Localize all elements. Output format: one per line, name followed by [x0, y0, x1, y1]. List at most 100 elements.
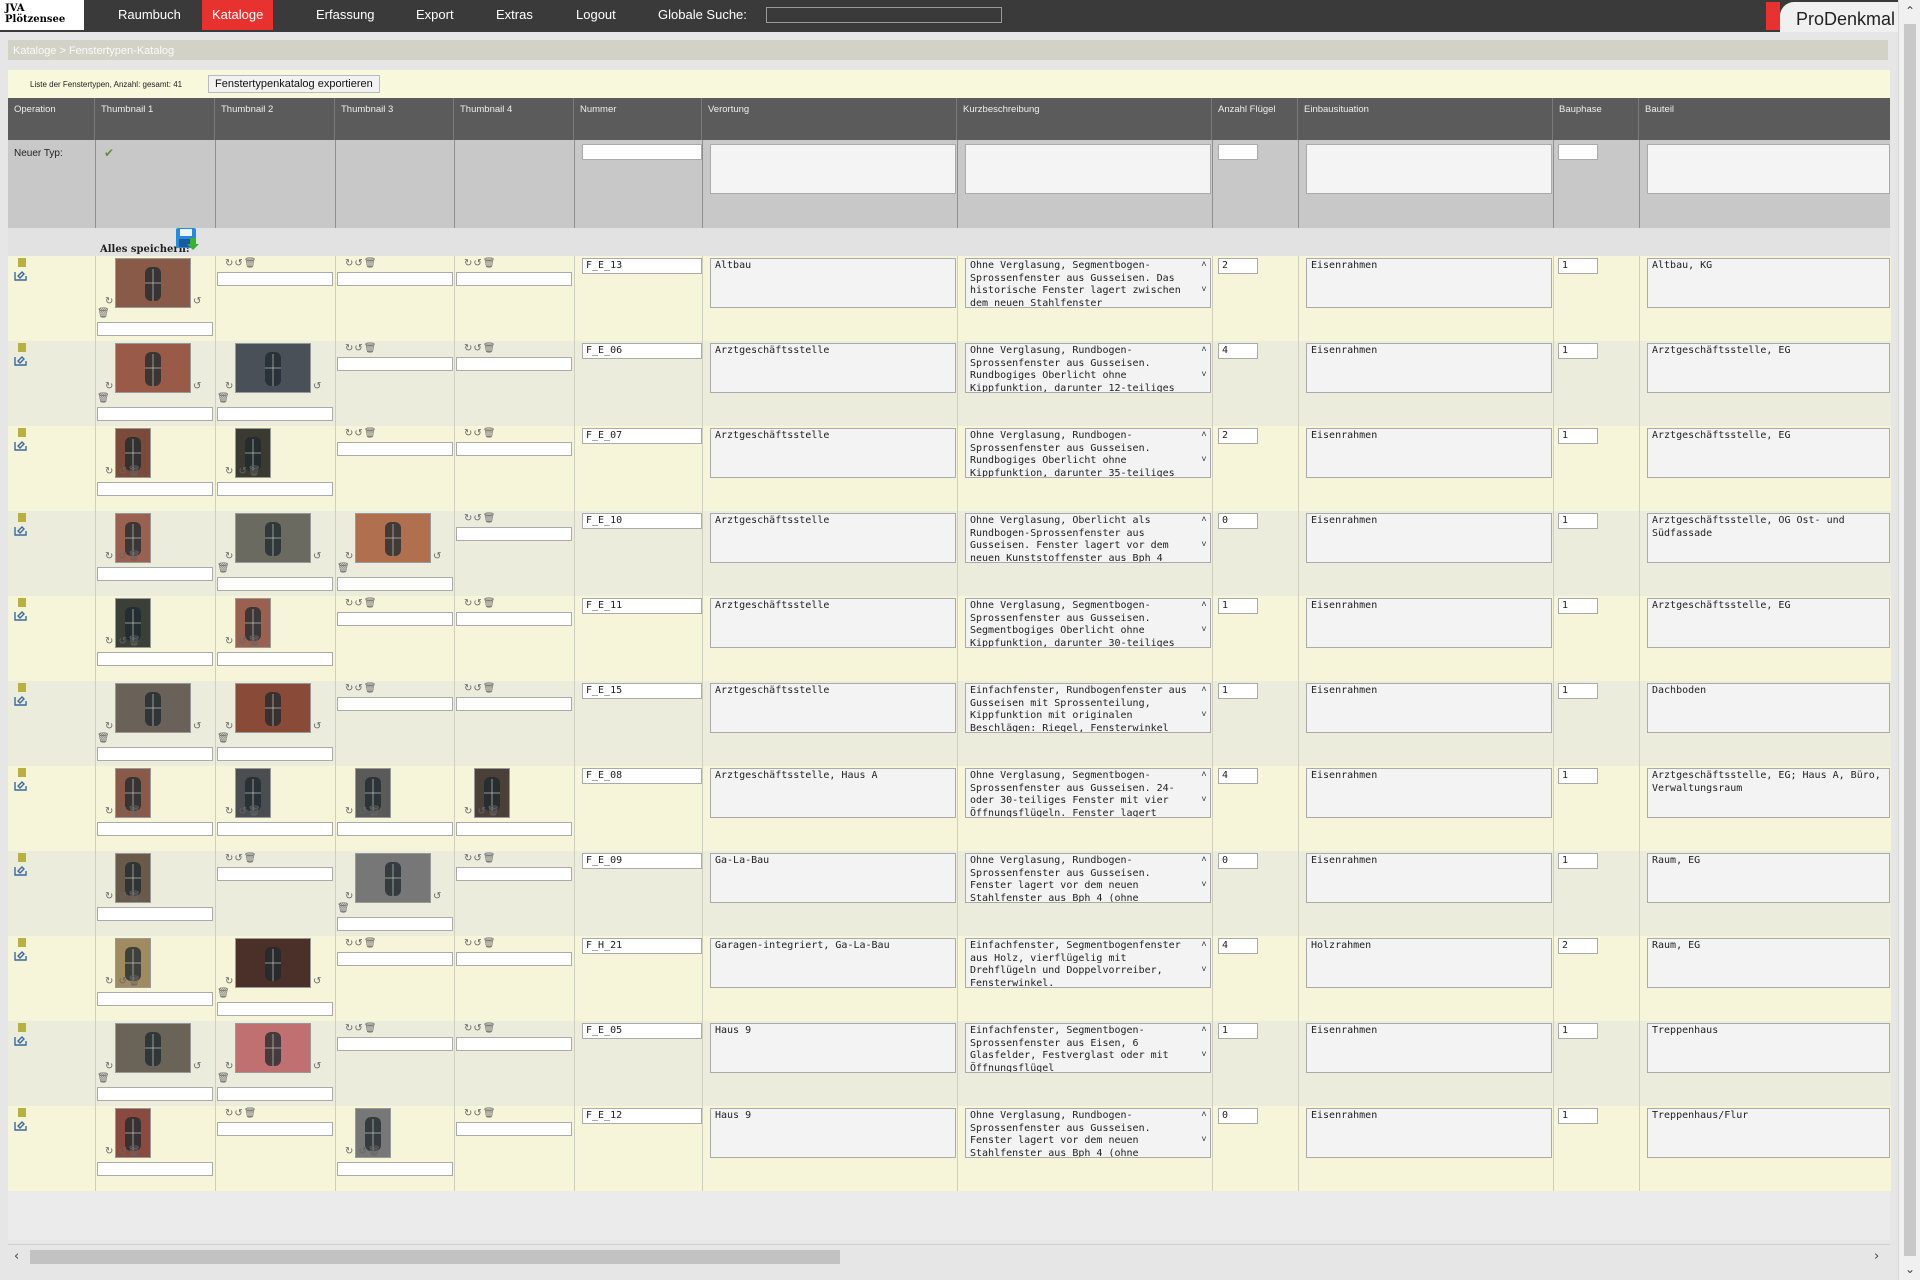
col-header-thumbnail4[interactable]: Thumbnail 4	[454, 98, 574, 140]
nummer-field[interactable]: F_E_10	[582, 513, 702, 529]
thumbnail-action-icons[interactable]: ↻ ↺🗑	[105, 1146, 142, 1157]
thumbnail-caption-input[interactable]	[337, 442, 453, 456]
delete-icon[interactable]: 🗑	[217, 393, 231, 404]
bauteil-textarea[interactable]: Arztgeschäftsstelle, EG	[1647, 428, 1890, 478]
nummer-field[interactable]: F_E_13	[582, 258, 702, 274]
textarea-scroll-icon[interactable]: ˄ ˅	[1198, 684, 1210, 732]
thumbnail-action-icons[interactable]: ↻ ↺🗑	[105, 806, 142, 817]
anzahl-fluegel-field[interactable]: 1	[1218, 598, 1258, 614]
bauteil-textarea[interactable]: Treppenhaus/Flur	[1647, 1108, 1890, 1158]
logo[interactable]: JVA Plötzensee	[0, 0, 84, 30]
export-catalog-button[interactable]: Fenstertypenkatalog exportieren	[208, 75, 380, 93]
thumbnail-action-icons[interactable]: ↻↺🗑	[345, 683, 377, 694]
einbausituation-textarea[interactable]: Eisenrahmen	[1306, 853, 1552, 903]
add-checkmark-icon[interactable]: ✔	[104, 146, 114, 160]
thumbnail-caption-input[interactable]	[337, 577, 453, 591]
thumbnail-action-icons[interactable]: ↻↺🗑	[464, 853, 496, 864]
einbausituation-textarea[interactable]: Holzrahmen	[1306, 938, 1552, 988]
thumbnail-caption-input[interactable]	[217, 272, 333, 286]
rotate-icon[interactable]: ↻	[225, 551, 234, 562]
col-header-kurzbeschreibung[interactable]: Kurzbeschreibung	[957, 98, 1212, 140]
einbausituation-textarea[interactable]: Eisenrahmen	[1306, 598, 1552, 648]
nav-erfassung[interactable]: Erfassung	[306, 0, 385, 30]
verortung-textarea[interactable]: Ga-La-Bau	[710, 853, 956, 903]
thumbnail-action-icons[interactable]: ↻↺🗑	[345, 598, 377, 609]
thumbnail-action-icons[interactable]: ↻ ↺🗑	[464, 806, 501, 817]
verortung-textarea[interactable]: Arztgeschäftsstelle	[710, 513, 956, 563]
thumbnail-action-icons[interactable]: ↻ ↺🗑	[345, 1146, 382, 1157]
einbausituation-textarea[interactable]: Eisenrahmen	[1306, 513, 1552, 563]
nummer-field[interactable]: F_E_05	[582, 1023, 702, 1039]
thumbnail-action-icons[interactable]: ↻↺🗑	[464, 1023, 496, 1034]
thumbnail-caption-input[interactable]	[97, 1087, 213, 1101]
rotate-icon[interactable]: ↻	[105, 381, 114, 392]
thumbnail-caption-input[interactable]	[217, 867, 333, 881]
new-bauphase-input[interactable]	[1558, 144, 1598, 160]
thumbnail-caption-input[interactable]	[97, 907, 213, 921]
kurzbeschreibung-textarea[interactable]: Ohne Verglasung, Rundbogen-Sprossenfenst…	[965, 853, 1211, 903]
rotate-icon[interactable]: ↺	[313, 381, 322, 392]
bauteil-textarea[interactable]: Treppenhaus	[1647, 1023, 1890, 1073]
thumbnail-caption-input[interactable]	[217, 482, 333, 496]
anzahl-fluegel-field[interactable]: 2	[1218, 428, 1258, 444]
textarea-scroll-icon[interactable]: ˄ ˅	[1198, 514, 1210, 562]
rotate-icon[interactable]: ↺	[433, 551, 442, 562]
thumbnail-caption-input[interactable]	[456, 822, 572, 836]
thumbnail-caption-input[interactable]	[337, 357, 453, 371]
thumbnail-action-icons[interactable]: ↻ ↺🗑	[345, 806, 382, 817]
anzahl-fluegel-field[interactable]: 4	[1218, 768, 1258, 784]
delete-icon[interactable]: 🗑	[97, 308, 111, 319]
bauteil-textarea[interactable]: Raum, EG	[1647, 938, 1890, 988]
nummer-field[interactable]: F_E_09	[582, 853, 702, 869]
kurzbeschreibung-textarea[interactable]: Ohne Verglasung, Segmentbogen-Sprossenfe…	[965, 258, 1211, 308]
thumbnail-caption-input[interactable]	[217, 577, 333, 591]
bauphase-field[interactable]: 1	[1558, 258, 1598, 274]
thumbnail-action-icons[interactable]: ↻↺🗑	[345, 938, 377, 949]
thumbnail-action-icons[interactable]: ↻↺🗑	[464, 258, 496, 269]
delete-icon[interactable]: 🗑	[217, 733, 231, 744]
einbausituation-textarea[interactable]: Eisenrahmen	[1306, 768, 1552, 818]
bauteil-textarea[interactable]: Arztgeschäftsstelle, EG	[1647, 598, 1890, 648]
nummer-field[interactable]: F_E_07	[582, 428, 702, 444]
bauteil-textarea[interactable]: Arztgeschäftsstelle, EG	[1647, 343, 1890, 393]
thumbnail-action-icons[interactable]: ↻↺🗑	[345, 428, 377, 439]
textarea-scroll-icon[interactable]: ˄ ˅	[1198, 429, 1210, 477]
scroll-right-icon[interactable]: ›	[1874, 1249, 1879, 1264]
thumbnail-caption-input[interactable]	[217, 407, 333, 421]
breadcrumb-text[interactable]: Kataloge > Fenstertypen-Katalog	[13, 45, 174, 57]
thumbnail-caption-input[interactable]	[456, 952, 572, 966]
col-header-bauphase[interactable]: Bauphase	[1553, 98, 1639, 140]
anzahl-fluegel-field[interactable]: 2	[1218, 258, 1258, 274]
anzahl-fluegel-field[interactable]: 1	[1218, 683, 1258, 699]
verortung-textarea[interactable]: Haus 9	[710, 1023, 956, 1073]
thumbnail-caption-input[interactable]	[97, 652, 213, 666]
thumbnail-action-icons[interactable]: ↻↺🗑	[225, 853, 257, 864]
thumbnail-caption-input[interactable]	[337, 697, 453, 711]
global-search-input[interactable]	[766, 7, 1002, 23]
edit-row-icon[interactable]	[14, 343, 27, 371]
rotate-icon[interactable]: ↺	[193, 296, 202, 307]
verortung-textarea[interactable]: Arztgeschäftsstelle	[710, 683, 956, 733]
rotate-icon[interactable]: ↻	[105, 296, 114, 307]
nummer-field[interactable]: F_E_15	[582, 683, 702, 699]
bauphase-field[interactable]: 1	[1558, 343, 1598, 359]
textarea-scroll-icon[interactable]: ˄ ˅	[1198, 1109, 1210, 1157]
thumbnail-caption-input[interactable]	[337, 917, 453, 931]
kurzbeschreibung-textarea[interactable]: Ohne Verglasung, Rundbogen-Sprossenfenst…	[965, 1108, 1211, 1158]
thumbnail-action-icons[interactable]: ↻ ↺🗑	[105, 551, 142, 562]
bauphase-field[interactable]: 1	[1558, 683, 1598, 699]
edit-row-icon[interactable]	[14, 428, 27, 456]
textarea-scroll-icon[interactable]: ˄ ˅	[1198, 344, 1210, 392]
thumbnail-action-icons[interactable]: ↻↺🗑	[225, 1108, 257, 1119]
edit-row-icon[interactable]	[14, 1108, 27, 1136]
thumbnail-caption-input[interactable]	[97, 747, 213, 761]
verortung-textarea[interactable]: Arztgeschäftsstelle, Haus A	[710, 768, 956, 818]
horizontal-scrollbar-thumb[interactable]	[30, 1250, 840, 1264]
kurzbeschreibung-textarea[interactable]: Ohne Verglasung, Segmentbogen-Sprossenfe…	[965, 768, 1211, 818]
thumbnail-caption-input[interactable]	[337, 952, 453, 966]
einbausituation-textarea[interactable]: Eisenrahmen	[1306, 343, 1552, 393]
textarea-scroll-icon[interactable]: ˄ ˅	[1198, 259, 1210, 307]
col-header-nummer[interactable]: Nummer	[574, 98, 702, 140]
edit-row-icon[interactable]	[14, 513, 27, 541]
kurzbeschreibung-textarea[interactable]: Ohne Verglasung, Rundbogen-Sprossenfenst…	[965, 428, 1211, 478]
